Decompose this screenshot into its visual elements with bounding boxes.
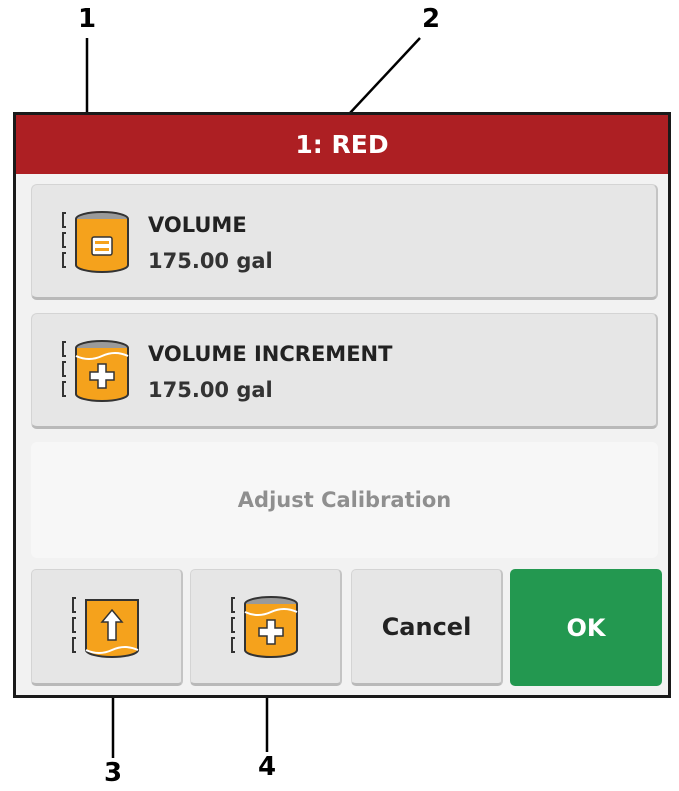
volume-button[interactable]: VOLUME 175.00 gal bbox=[31, 184, 658, 300]
ok-button[interactable]: OK bbox=[510, 569, 662, 686]
adjust-calibration-button[interactable]: Adjust Calibration bbox=[31, 442, 658, 558]
add-to-tank-button[interactable] bbox=[190, 569, 342, 686]
volume-increment-value: 175.00 gal bbox=[148, 378, 273, 402]
cancel-button[interactable]: Cancel bbox=[351, 569, 503, 686]
adjust-calibration-label: Adjust Calibration bbox=[237, 488, 452, 512]
dialog-title: 1: RED bbox=[16, 115, 668, 174]
tank-plus-icon bbox=[230, 595, 298, 658]
volume-increment-label: VOLUME INCREMENT bbox=[148, 342, 393, 366]
tank-equals-icon bbox=[62, 211, 129, 273]
volume-increment-button[interactable]: VOLUME INCREMENT 175.00 gal bbox=[31, 313, 658, 429]
volume-label: VOLUME bbox=[148, 213, 247, 237]
calibration-dialog: 1: RED VOLUME 175.00 gal VOLUME INCREMEN… bbox=[13, 112, 671, 698]
volume-value: 175.00 gal bbox=[148, 249, 273, 273]
fill-tank-button[interactable] bbox=[31, 569, 183, 686]
tank-plus-icon bbox=[62, 340, 129, 402]
tank-fill-icon bbox=[71, 596, 139, 658]
